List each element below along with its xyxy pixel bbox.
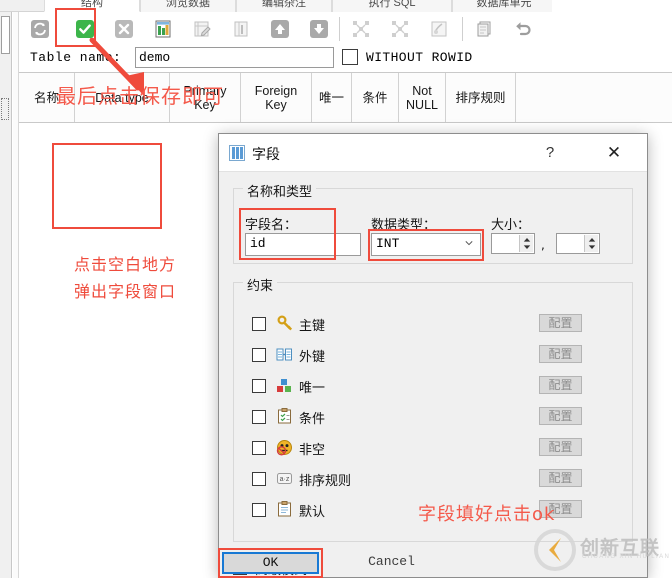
annotation-blank-line-1: 点击空白地方 [73, 255, 176, 274]
constraint-checkbox-unique[interactable] [252, 379, 266, 393]
config-button-unique[interactable]: 配置 [539, 376, 582, 394]
column-header-check[interactable]: 条件 [352, 73, 399, 122]
tab-browse-data[interactable]: 浏览数据 [140, 0, 236, 12]
constraint-label-unique: 唯一 [299, 381, 326, 396]
create-table-icon[interactable] [153, 19, 173, 39]
constraint-label-check: 条件 [299, 412, 326, 427]
tab-browse-data-label: 浏览数据 [166, 0, 210, 9]
annotation-blank-area-box [52, 143, 162, 229]
constraint-checkbox-not-null[interactable] [252, 441, 266, 455]
size-label: 大小： [491, 218, 531, 233]
annotation-toolbar-note: 最后点击保存即可 [56, 84, 224, 108]
constraint-checkbox-check[interactable] [252, 410, 266, 424]
size-scale-spin-buttons[interactable] [584, 235, 598, 252]
column-header-collation[interactable]: 排序规则 [446, 73, 516, 122]
tab-strip-filler [552, 0, 672, 12]
size-precision-spinner[interactable] [491, 233, 535, 254]
size-precision-spin-buttons[interactable] [519, 235, 533, 252]
constraint-label-not-null: 非空 [299, 443, 326, 458]
not-null-icon [276, 439, 293, 459]
field-dialog-titlebar: 字段 ? ✕ [219, 134, 647, 172]
key-icon [276, 315, 293, 335]
constraint-checkbox-foreign-key[interactable] [252, 348, 266, 362]
tab-edit-pragma-label: 编辑杂注 [262, 0, 306, 9]
toolbar-separator-1 [339, 17, 340, 41]
without-rowid-label: WITHOUT ROWID [366, 50, 473, 65]
annotation-blank-line-2: 弹出字段窗口 [73, 282, 176, 301]
help-icon[interactable]: ? [539, 142, 561, 164]
table-name-label: Table name: [30, 50, 122, 65]
table-name-input[interactable]: demo [135, 47, 334, 68]
config-button-not-null[interactable]: 配置 [539, 438, 582, 456]
column-header-not-null[interactable]: Not NULL [399, 73, 446, 122]
constraint-checkbox-collation[interactable] [252, 472, 266, 486]
undo-icon[interactable] [513, 19, 533, 39]
tab-edit-pragma[interactable]: 编辑杂注 [236, 0, 332, 12]
config-button-foreign-key[interactable]: 配置 [539, 345, 582, 363]
left-dock-panel-stub [1, 16, 10, 54]
config-button-check[interactable]: 配置 [539, 407, 582, 425]
table-name-row: Table name: demo WITHOUT ROWID [19, 44, 672, 72]
move-down-icon[interactable] [309, 19, 329, 39]
left-dock-rail [0, 12, 12, 578]
constraints-group-legend: 约束 [243, 275, 278, 294]
ok-button[interactable]: OK [222, 552, 319, 574]
constraint-checkbox-default[interactable] [252, 503, 266, 517]
column-header-not-null-label: Not NULL [406, 83, 438, 112]
tab-database-cell[interactable]: 数据库单元 [452, 0, 556, 12]
collapse-all-icon[interactable] [351, 19, 371, 39]
tab-database-cell-label: 数据库单元 [476, 0, 532, 9]
field-dialog-title: 字段 [252, 147, 280, 163]
modify-table-icon[interactable] [192, 19, 212, 39]
column-header-unique[interactable]: 唯一 [312, 73, 352, 122]
tab-strip: 结构 浏览数据 编辑杂注 执行 SQL 数据库单元 ··· [0, 0, 672, 12]
config-button-primary-key[interactable]: 配置 [539, 314, 582, 332]
print-icon[interactable] [429, 19, 449, 39]
foreign-key-icon [276, 346, 293, 366]
cancel-changes-button[interactable] [114, 19, 134, 39]
constraint-label-primary-key: 主键 [299, 319, 326, 334]
svg-text:a·z: a·z [280, 476, 290, 483]
collation-icon: a·z [276, 470, 293, 490]
copy-icon[interactable] [474, 19, 494, 39]
default-icon [276, 501, 293, 521]
constraint-label-foreign-key: 外键 [299, 350, 326, 365]
constraint-checkbox-primary-key[interactable] [252, 317, 266, 331]
column-header-foreign-key[interactable]: Foreign Key [241, 73, 312, 122]
annotation-ok-note: 字段填好点击ok [418, 504, 556, 525]
config-button-collation[interactable]: 配置 [539, 469, 582, 487]
refresh-icon[interactable] [30, 19, 50, 39]
name-type-group-legend: 名称和类型 [243, 181, 317, 200]
check-list-icon [276, 408, 293, 428]
expand-all-icon[interactable] [390, 19, 410, 39]
splitter-grip[interactable] [1, 98, 9, 120]
column-header-foreign-key-label: Foreign Key [254, 83, 298, 112]
size-scale-spinner[interactable] [556, 233, 600, 254]
move-up-icon[interactable] [270, 19, 290, 39]
annotation-blank-area-text: 点击空白地方 弹出字段窗口 [50, 251, 200, 305]
annotation-save-button-box [55, 8, 96, 47]
constraint-label-default: 默认 [299, 505, 326, 520]
annotation-field-name-box [239, 208, 336, 260]
toolbar-separator-2 [462, 17, 463, 41]
constraint-label-collation: 排序规则 [299, 474, 352, 489]
tab-execute-sql-label: 执行 SQL [368, 0, 416, 9]
without-rowid-checkbox[interactable] [342, 49, 358, 65]
delete-table-icon[interactable] [231, 19, 251, 39]
size-separator: , [541, 238, 545, 252]
annotation-data-type-box [368, 229, 484, 261]
close-icon[interactable]: ✕ [602, 142, 626, 164]
field-dialog-icon [229, 145, 245, 161]
structure-toolbar [19, 13, 672, 44]
unique-icon [276, 377, 293, 397]
cancel-button[interactable]: Cancel [343, 552, 440, 574]
tab-execute-sql[interactable]: 执行 SQL [332, 0, 452, 12]
